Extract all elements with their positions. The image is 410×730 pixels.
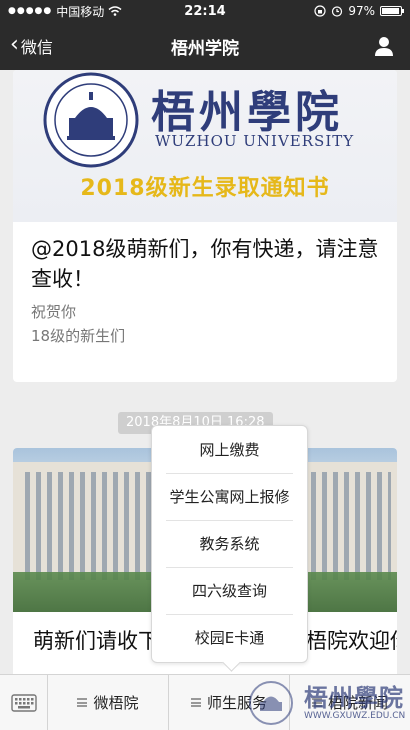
menu-item-campus-card[interactable]: 校园E卡通 (152, 614, 307, 661)
menu-lines-icon (190, 698, 201, 707)
article-description: 祝贺你 18级的新生们 (13, 294, 397, 348)
page-title: 梧州学院 (171, 38, 239, 59)
article-headline[interactable]: @2018级萌新们，你有快递，请注意查收！ (13, 222, 397, 294)
battery-fill (382, 8, 400, 14)
article-desc-line: 18级的新生们 (31, 327, 126, 345)
signal-dots-icon: ●●●●● (8, 6, 53, 16)
article-banner: 梧州學院 WUZHOU UNIVERSITY 2018级新生录取通知书 (13, 70, 397, 222)
school-name-cn: 梧州學院 (151, 87, 343, 138)
chevron-left-icon: ‹ (10, 32, 19, 57)
keyboard-icon (10, 694, 37, 712)
lock-rotation-icon (314, 5, 326, 17)
article-card[interactable]: 梧州學院 WUZHOU UNIVERSITY 2018级新生录取通知书 @201… (13, 70, 397, 382)
alarm-icon (332, 6, 343, 17)
menu-tab-label: 微梧院 (93, 694, 139, 712)
university-emblem-icon (43, 72, 139, 168)
admission-notice-title: 2018级新生录取通知书 (80, 176, 330, 201)
battery-text: 97% (348, 4, 375, 18)
back-button[interactable]: ‹ 微信 (0, 22, 53, 70)
nav-bar: ‹ 微信 梧州学院 (0, 22, 410, 70)
menu-tab-label: 师生服务 (206, 694, 267, 712)
status-bar: ●●●●● 中国移动 22:14 97% (0, 0, 410, 22)
carrier-label: 中国移动 (56, 4, 105, 19)
person-icon[interactable] (372, 34, 396, 58)
menu-tab-label: 梧院新闻 (327, 694, 388, 712)
status-right: 97% (314, 4, 404, 18)
menu-lines-icon (77, 698, 88, 707)
school-name-en: WUZHOU UNIVERSITY (155, 132, 355, 150)
status-left: ●●●●● 中国移动 (8, 3, 158, 20)
menu-tab-news[interactable]: 梧院新闻 (290, 675, 410, 730)
menu-item-dorm-repair[interactable]: 学生公寓网上报修 (152, 473, 307, 520)
service-popup-menu: 网上缴费 学生公寓网上报修 教务系统 四六级查询 校园E卡通 (151, 425, 308, 663)
menu-item-online-payment[interactable]: 网上缴费 (152, 426, 307, 473)
bottom-menu-bar: 微梧院 师生服务 梧院新闻 (0, 674, 410, 730)
keyboard-toggle-button[interactable] (0, 675, 48, 730)
back-label: 微信 (20, 38, 53, 57)
menu-item-cet-query[interactable]: 四六级查询 (152, 567, 307, 614)
menu-item-academic-system[interactable]: 教务系统 (152, 520, 307, 567)
wifi-icon (108, 6, 122, 16)
menu-lines-icon (311, 698, 322, 707)
article-desc-line: 祝贺你 (31, 303, 77, 321)
menu-tab-services[interactable]: 师生服务 (169, 675, 290, 730)
menu-tab-wei-wuyuan[interactable]: 微梧院 (48, 675, 169, 730)
battery-icon (380, 6, 404, 16)
